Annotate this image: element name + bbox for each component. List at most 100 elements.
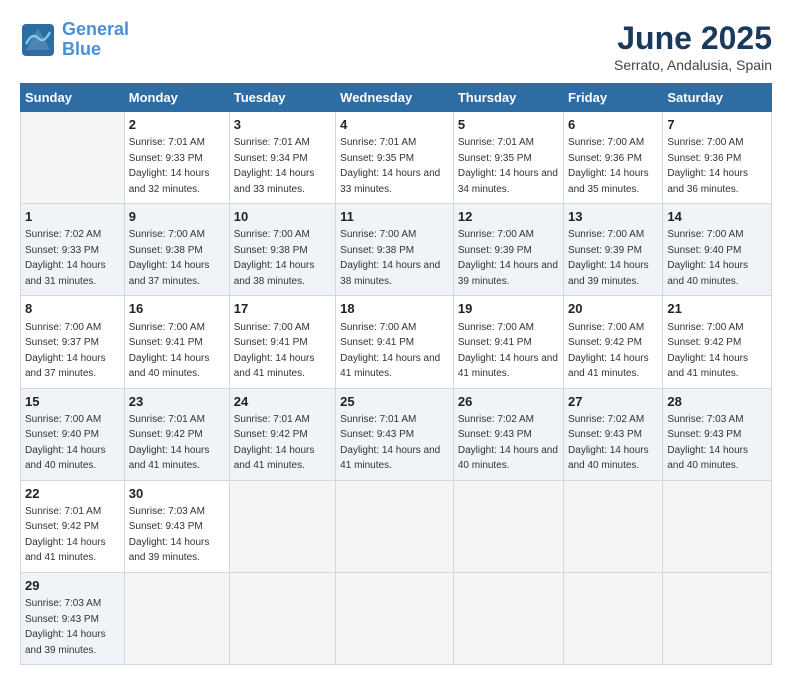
day-number: 17 [234,300,331,318]
day-number: 15 [25,393,120,411]
calendar-cell: 26Sunrise: 7:02 AMSunset: 9:43 PMDayligh… [453,388,563,480]
calendar-cell: 2Sunrise: 7:01 AMSunset: 9:33 PMDaylight… [124,112,229,204]
day-info: Sunrise: 7:03 AMSunset: 9:43 PMDaylight:… [129,506,210,564]
day-number: 27 [568,393,658,411]
calendar-cell [453,572,563,664]
calendar-cell [564,480,663,572]
calendar-cell: 20Sunrise: 7:00 AMSunset: 9:42 PMDayligh… [564,296,663,388]
calendar-cell: 1Sunrise: 7:02 AMSunset: 9:33 PMDaylight… [21,204,125,296]
calendar-cell: 7 Sunrise: 7:00 AMSunset: 9:36 PMDaylight… [663,112,772,204]
day-number: 5 [458,116,559,134]
calendar-week-row: 15Sunrise: 7:00 AMSunset: 9:40 PMDayligh… [21,388,772,480]
col-header-friday: Friday [564,84,663,112]
day-info: Sunrise: 7:00 AMSunset: 9:39 PMDaylight:… [458,229,558,287]
calendar-title: June 2025 [614,20,772,57]
calendar-week-row: 29 Sunrise: 7:03 AMSunset: 9:43 PMDayligh… [21,572,772,664]
day-info: Sunrise: 7:01 AMSunset: 9:34 PMDaylight:… [234,137,315,195]
day-number: 23 [129,393,225,411]
calendar-cell [229,572,335,664]
calendar-cell: 21Sunrise: 7:00 AMSunset: 9:42 PMDayligh… [663,296,772,388]
calendar-cell: 8 Sunrise: 7:00 AMSunset: 9:37 PMDaylight… [21,296,125,388]
day-number: 22 [25,485,120,503]
calendar-cell: 5 Sunrise: 7:01 AMSunset: 9:35 PMDaylight… [453,112,563,204]
title-block: June 2025 Serrato, Andalusia, Spain [614,20,772,73]
calendar-cell [336,572,454,664]
col-header-sunday: Sunday [21,84,125,112]
day-number: 3 [234,116,331,134]
page-header: General Blue June 2025 Serrato, Andalusi… [20,20,772,73]
calendar-cell: 28 Sunrise: 7:03 AMSunset: 9:43 PMDayligh… [663,388,772,480]
day-info: Sunrise: 7:02 AMSunset: 9:43 PMDaylight:… [568,414,649,472]
day-info: Sunrise: 7:00 AMSunset: 9:38 PMDaylight:… [340,229,440,287]
day-number: 9 [129,208,225,226]
calendar-cell [21,112,125,204]
day-number: 7 [667,116,767,134]
calendar-cell [564,572,663,664]
calendar-cell: 14 Sunrise: 7:00 AMSunset: 9:40 PMDayligh… [663,204,772,296]
col-header-monday: Monday [124,84,229,112]
day-info: Sunrise: 7:00 AMSunset: 9:39 PMDaylight:… [568,229,649,287]
day-number: 4 [340,116,449,134]
day-info: Sunrise: 7:02 AMSunset: 9:33 PMDaylight:… [25,229,106,287]
calendar-cell: 30 Sunrise: 7:03 AMSunset: 9:43 PMDayligh… [124,480,229,572]
logo: General Blue [20,20,129,60]
day-info: Sunrise: 7:00 AMSunset: 9:38 PMDaylight:… [234,229,315,287]
day-info: Sunrise: 7:00 AMSunset: 9:36 PMDaylight:… [667,137,748,195]
calendar-cell: 4Sunrise: 7:01 AMSunset: 9:35 PMDaylight… [336,112,454,204]
day-info: Sunrise: 7:03 AMSunset: 9:43 PMDaylight:… [667,414,748,472]
day-info: Sunrise: 7:00 AMSunset: 9:40 PMDaylight:… [667,229,748,287]
col-header-saturday: Saturday [663,84,772,112]
day-number: 28 [667,393,767,411]
calendar-body: 2Sunrise: 7:01 AMSunset: 9:33 PMDaylight… [21,112,772,665]
day-number: 24 [234,393,331,411]
calendar-cell: 22 Sunrise: 7:01 AMSunset: 9:42 PMDayligh… [21,480,125,572]
day-info: Sunrise: 7:01 AMSunset: 9:42 PMDaylight:… [129,414,210,472]
day-info: Sunrise: 7:02 AMSunset: 9:43 PMDaylight:… [458,414,558,472]
calendar-cell: 19Sunrise: 7:00 AMSunset: 9:41 PMDayligh… [453,296,563,388]
calendar-cell: 11 Sunrise: 7:00 AMSunset: 9:38 PMDayligh… [336,204,454,296]
day-number: 11 [340,208,449,226]
day-info: Sunrise: 7:00 AMSunset: 9:41 PMDaylight:… [458,322,558,380]
day-info: Sunrise: 7:00 AMSunset: 9:42 PMDaylight:… [667,322,748,380]
day-info: Sunrise: 7:00 AMSunset: 9:41 PMDaylight:… [129,322,210,380]
day-number: 2 [129,116,225,134]
day-number: 10 [234,208,331,226]
calendar-cell: 9 Sunrise: 7:00 AMSunset: 9:38 PMDaylight… [124,204,229,296]
day-number: 8 [25,300,120,318]
day-number: 12 [458,208,559,226]
logo-text: General Blue [62,20,129,60]
calendar-cell: 10 Sunrise: 7:00 AMSunset: 9:38 PMDayligh… [229,204,335,296]
calendar-cell: 3 Sunrise: 7:01 AMSunset: 9:34 PMDaylight… [229,112,335,204]
day-number: 6 [568,116,658,134]
day-info: Sunrise: 7:01 AMSunset: 9:43 PMDaylight:… [340,414,440,472]
calendar-cell: 17 Sunrise: 7:00 AMSunset: 9:41 PMDayligh… [229,296,335,388]
calendar-cell: 15Sunrise: 7:00 AMSunset: 9:40 PMDayligh… [21,388,125,480]
logo-icon [20,22,56,58]
col-header-tuesday: Tuesday [229,84,335,112]
day-info: Sunrise: 7:01 AMSunset: 9:42 PMDaylight:… [25,506,106,564]
day-number: 16 [129,300,225,318]
day-info: Sunrise: 7:00 AMSunset: 9:36 PMDaylight:… [568,137,649,195]
day-number: 20 [568,300,658,318]
calendar-cell: 27 Sunrise: 7:02 AMSunset: 9:43 PMDayligh… [564,388,663,480]
day-number: 18 [340,300,449,318]
day-info: Sunrise: 7:03 AMSunset: 9:43 PMDaylight:… [25,598,106,656]
day-number: 30 [129,485,225,503]
calendar-cell: 16 Sunrise: 7:00 AMSunset: 9:41 PMDayligh… [124,296,229,388]
calendar-cell: 25Sunrise: 7:01 AMSunset: 9:43 PMDayligh… [336,388,454,480]
day-number: 14 [667,208,767,226]
calendar-cell [663,572,772,664]
calendar-week-row: 8 Sunrise: 7:00 AMSunset: 9:37 PMDaylight… [21,296,772,388]
calendar-week-row: 2Sunrise: 7:01 AMSunset: 9:33 PMDaylight… [21,112,772,204]
calendar-cell [453,480,563,572]
calendar-cell: 12 Sunrise: 7:00 AMSunset: 9:39 PMDayligh… [453,204,563,296]
day-info: Sunrise: 7:01 AMSunset: 9:35 PMDaylight:… [458,137,558,195]
day-info: Sunrise: 7:00 AMSunset: 9:41 PMDaylight:… [234,322,315,380]
day-number: 29 [25,577,120,595]
calendar-cell: 23 Sunrise: 7:01 AMSunset: 9:42 PMDayligh… [124,388,229,480]
day-info: Sunrise: 7:00 AMSunset: 9:37 PMDaylight:… [25,322,106,380]
day-number: 13 [568,208,658,226]
calendar-cell [336,480,454,572]
col-header-thursday: Thursday [453,84,563,112]
day-info: Sunrise: 7:00 AMSunset: 9:38 PMDaylight:… [129,229,210,287]
